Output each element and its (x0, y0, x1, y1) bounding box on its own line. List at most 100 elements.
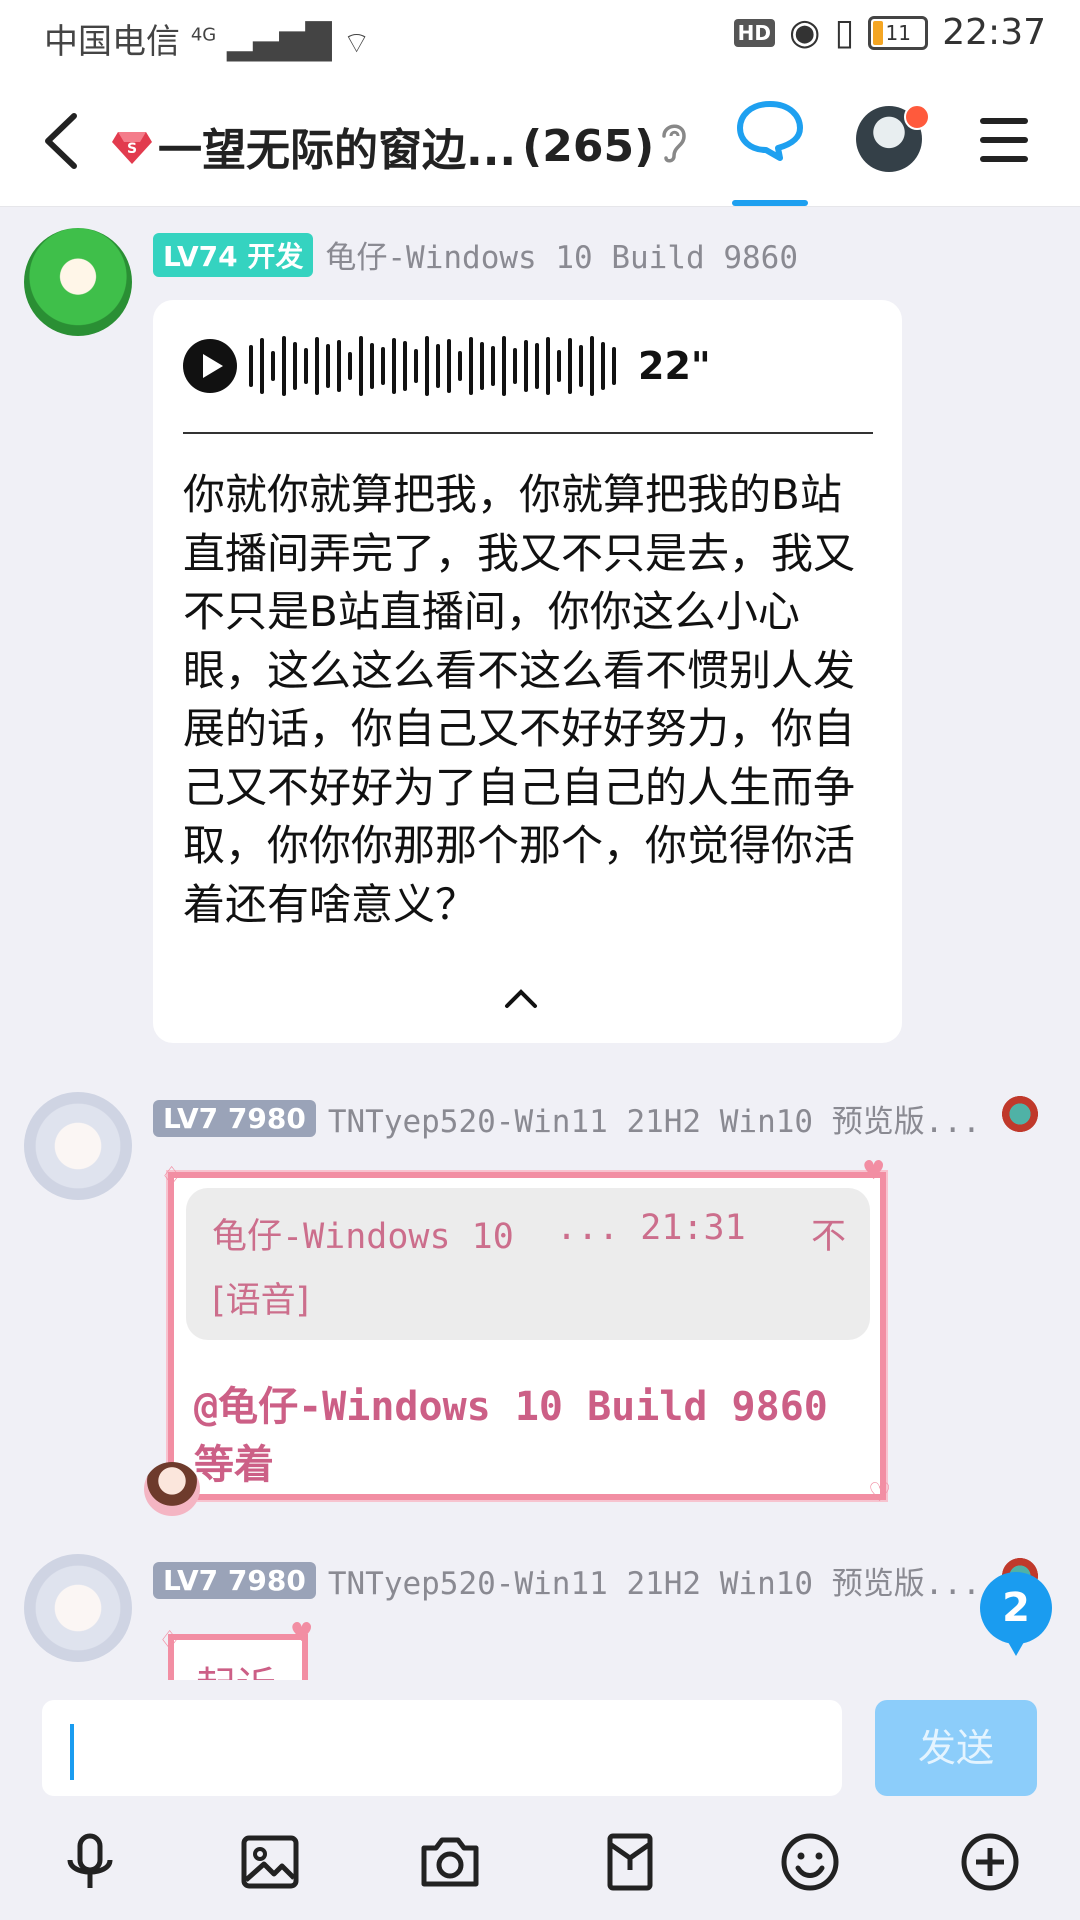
quote-sender: 龟仔-Windows 10 (212, 1217, 514, 1257)
voice-message-bubble[interactable]: 22" 你就你就算把我，你就算把我的B站直播间弄完了，我又不只是去，我又不只是B… (153, 300, 902, 1043)
waveform-bar (469, 337, 473, 395)
avatar[interactable] (24, 1554, 132, 1662)
tab-chat[interactable] (730, 96, 810, 206)
dragon-badge-icon (998, 1094, 1042, 1134)
chibi-sticker-icon (144, 1462, 200, 1516)
level-badge: LV7 7980 (153, 1562, 316, 1599)
battery-level: 11 (885, 20, 911, 45)
message-meta: LV7 7980 TNTyep520-Win11 21H2 Win10 预览版.… (153, 1558, 981, 1603)
play-icon[interactable] (183, 339, 237, 393)
input-toolbar (0, 1830, 1080, 1920)
level-text: LV7 (163, 1102, 219, 1135)
message-meta: LV7 7980 TNTyep520-Win11 21H2 Win10 预览版.… (153, 1096, 981, 1141)
waveform-bar (447, 339, 451, 393)
waveform-bar (315, 337, 319, 395)
waveform-bar (513, 348, 517, 384)
status-right: HD ◉ ▯ 11 22:37 (733, 12, 1046, 53)
vibrate-icon: ▯ (834, 12, 855, 53)
level-badge: LV74 开发 (153, 232, 314, 277)
username[interactable]: TNTyep520-Win11 21H2 Win10 预览版... (328, 1096, 981, 1141)
voice-duration: 22" (638, 344, 711, 388)
message-meta: LV74 开发 龟仔-Windows 10 Build 9860 (153, 232, 798, 277)
heart-deco-icon: ♥ (862, 1156, 886, 1186)
heart-deco-icon: ♡ (868, 1478, 892, 1508)
menu-icon[interactable] (980, 118, 1028, 162)
gem-icon: S (112, 132, 152, 164)
waveform-bar (271, 351, 275, 381)
waveform-bar (260, 338, 264, 394)
waveform-bar (480, 342, 484, 390)
divider (183, 432, 873, 434)
send-button[interactable]: 发送 (875, 1700, 1037, 1796)
microphone-icon[interactable] (58, 1830, 122, 1894)
signal-icon: ▂▄▆█ (227, 22, 332, 62)
username[interactable]: TNTyep520-Win11 21H2 Win10 预览版... (328, 1558, 981, 1603)
waveform-bar (524, 340, 528, 392)
group-title[interactable]: S 一望无际的窗边... (265) (112, 114, 654, 178)
waveform-bar (359, 336, 363, 396)
waveform-bar (568, 338, 572, 394)
emoji-icon[interactable] (778, 1830, 842, 1894)
reply-text: @龟仔-Windows 10 Build 9860 等着 (194, 1384, 828, 1488)
level-badge: LV7 7980 (153, 1100, 316, 1137)
waveform-bar (579, 345, 583, 387)
camera-icon[interactable] (418, 1830, 482, 1894)
waveform-bar (546, 337, 550, 395)
carrier-info: 中国电信 4G ▂▄▆█ ⌔ (44, 14, 371, 63)
image-icon[interactable] (238, 1830, 302, 1894)
waveform-bar (414, 349, 418, 383)
level-title: 7980 (227, 1564, 306, 1597)
chevron-up-icon[interactable] (501, 986, 541, 1010)
voice-transcript: 你就你就算把我，你就算把我的B站直播间弄完了，我又不只是去，我又不只是B站直播间… (183, 470, 856, 929)
heart-deco-icon: ♢ (160, 1162, 184, 1192)
clock: 22:37 (942, 12, 1046, 53)
waveform-bar (348, 352, 352, 380)
level-text: LV7 (163, 1564, 219, 1597)
tab-underline (732, 200, 808, 206)
quoted-message[interactable]: 龟仔-Windows 10 ... 21:31 不 [语音] (186, 1188, 870, 1340)
level-text: LV74 (163, 239, 238, 273)
message-input[interactable] (42, 1700, 842, 1796)
waveform-bar (590, 336, 594, 396)
plus-icon[interactable] (958, 1830, 1022, 1894)
waveform-bar (425, 336, 429, 396)
heart-deco-icon: ♢ (158, 1626, 182, 1656)
unread-count-badge[interactable]: 2 (980, 1572, 1052, 1656)
username[interactable]: 龟仔-Windows 10 Build 9860 (325, 232, 798, 277)
carrier-name: 中国电信 (44, 22, 180, 62)
quote-action: 不 (810, 1217, 846, 1257)
group-name: 一望无际的窗边... (158, 125, 517, 176)
status-bar: 中国电信 4G ▂▄▆█ ⌔ HD ◉ ▯ 11 22:37 (0, 0, 1080, 76)
avatar[interactable] (24, 1092, 132, 1200)
avatar[interactable] (24, 228, 132, 336)
waveform-bar (249, 345, 253, 387)
input-bar: 发送 (0, 1680, 1080, 1920)
waveform-bar (293, 342, 297, 390)
chat-header: S 一望无际的窗边... (265) (0, 76, 1080, 207)
red-packet-icon[interactable] (598, 1830, 662, 1894)
wifi-icon: ⌔ (342, 26, 371, 61)
network-type: 4G (190, 24, 217, 46)
text-cursor (70, 1724, 74, 1780)
waveform-bar (304, 348, 308, 384)
member-count: (265) (522, 120, 655, 172)
svg-text:S: S (127, 141, 137, 157)
voice-player[interactable]: 22" (183, 336, 711, 396)
back-icon[interactable] (36, 106, 96, 176)
waveform-bar (436, 344, 440, 388)
level-title: 开发 (247, 239, 304, 273)
quote-content: [语音] (212, 1281, 310, 1321)
waveform-bar (392, 338, 396, 394)
waveform-bar (403, 341, 407, 391)
ear-icon[interactable] (656, 118, 692, 166)
waveform-bar (337, 340, 341, 392)
waveform-bar (535, 343, 539, 389)
notification-dot (904, 104, 930, 130)
waveform-bar (491, 346, 495, 386)
waveform-bar (557, 350, 561, 382)
bubble-frame[interactable]: 龟仔-Windows 10 ... 21:31 不 [语音] @龟仔-Windo… (166, 1170, 888, 1502)
waveform (249, 336, 616, 396)
waveform-bar (502, 336, 506, 396)
eye-icon: ◉ (789, 12, 821, 53)
waveform-bar (370, 343, 374, 389)
